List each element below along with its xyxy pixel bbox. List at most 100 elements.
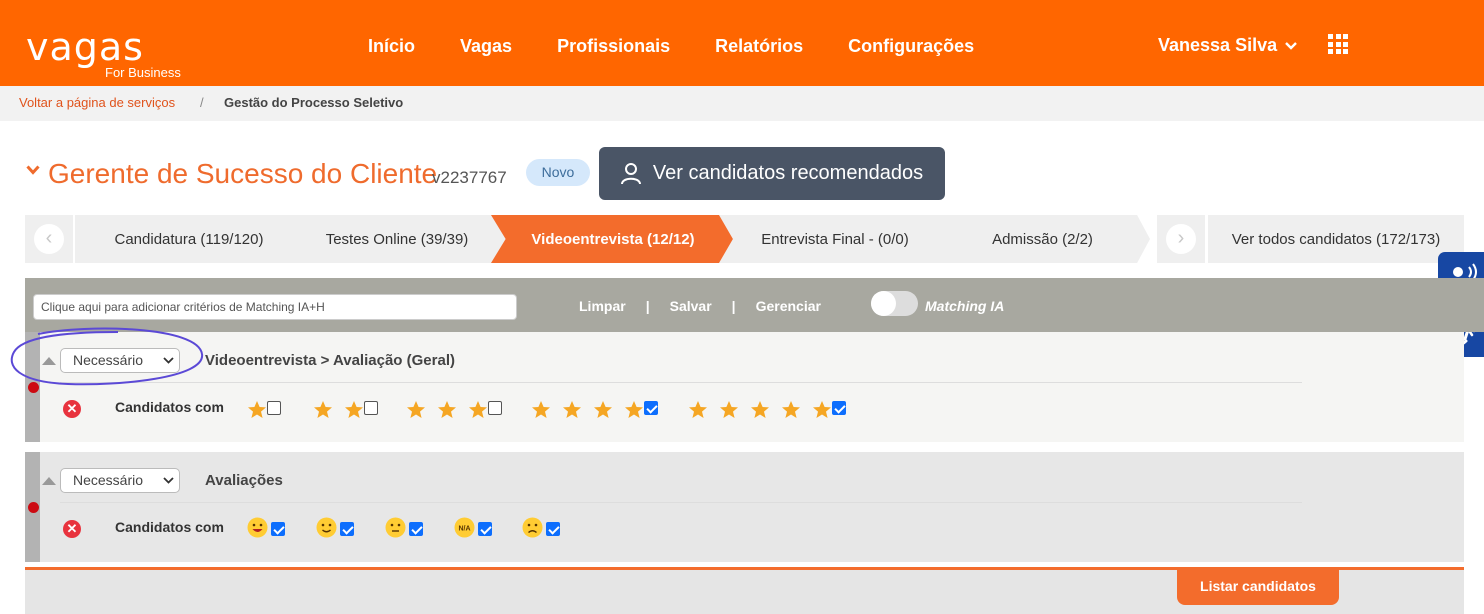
job-code: v2237767 [432, 168, 507, 187]
filter-side-border [25, 452, 40, 562]
steps-prev-button[interactable]: ‹ [25, 215, 73, 263]
tab-label: Videoentrevista (12/12) [531, 230, 695, 248]
divider: | [731, 298, 736, 314]
collapse-chevron-icon[interactable] [26, 165, 40, 175]
manage-link[interactable]: Gerenciar [756, 298, 821, 314]
star-icon [812, 400, 832, 420]
not-applicable-face-icon: N/A [454, 517, 475, 538]
required-indicator [28, 502, 39, 513]
nav-inicio[interactable]: Início [368, 36, 415, 57]
star-icon [781, 400, 801, 420]
divider [60, 502, 1302, 503]
list-candidates-button[interactable]: Listar candidatos [1177, 570, 1339, 605]
star-icon [624, 400, 644, 420]
sad-face-icon [522, 517, 543, 538]
requirement-select[interactable]: Necessário [60, 468, 180, 493]
breadcrumb-current: Gestão do Processo Seletivo [224, 95, 404, 110]
star-icon [750, 400, 770, 420]
face-rating-checkbox[interactable] [271, 522, 285, 536]
filter-block-videoentrevista: Necessário Videoentrevista > Avaliação (… [25, 332, 1464, 442]
breadcrumb-back-link[interactable]: Voltar a página de serviços [19, 95, 175, 110]
nav-profissionais[interactable]: Profissionais [557, 36, 670, 57]
tab-testes-online[interactable]: Testes Online (39/39) [287, 215, 507, 263]
happy-face-icon [316, 517, 337, 538]
candidates-with-label: Candidatos com [115, 399, 224, 415]
breadcrumb: Voltar a página de serviços / Gestão do … [0, 86, 1484, 121]
divider [60, 382, 1302, 383]
star-icon [531, 400, 551, 420]
tab-videoentrevista[interactable]: Videoentrevista (12/12) [491, 215, 735, 263]
tab-label: Entrevista Final - (0/0) [761, 230, 909, 248]
filter-title: Avaliações [205, 472, 283, 489]
chevron-right-icon: › [1166, 224, 1196, 254]
star-icon [593, 400, 613, 420]
divider: | [645, 298, 650, 314]
matching-ia-toggle[interactable] [871, 291, 918, 316]
filter-title: Videoentrevista > Avaliação (Geral) [205, 352, 455, 369]
toolbar-links: Limpar | Salvar | Gerenciar [569, 298, 831, 314]
user-menu[interactable]: Vanessa Silva [1158, 35, 1297, 56]
clear-link[interactable]: Limpar [579, 298, 626, 314]
annotation-circle [10, 327, 204, 386]
chevron-left-icon: ‹ [34, 224, 64, 254]
remove-filter-icon[interactable]: ✕ [63, 400, 81, 418]
star-icon [406, 400, 426, 420]
star-icon [344, 400, 364, 420]
recommended-candidates-button[interactable]: Ver candidatos recomendados [599, 147, 945, 200]
tab-ver-todos[interactable]: Ver todos candidatos (172/173) [1208, 215, 1464, 263]
tab-admissao[interactable]: Admissão (2/2) [935, 215, 1150, 263]
rating-checkbox-5-stars[interactable] [832, 401, 846, 415]
main-nav: Início Vagas Profissionais Relatórios Co… [368, 36, 1019, 57]
breadcrumb-separator: / [200, 95, 204, 110]
tab-entrevista-final[interactable]: Entrevista Final - (0/0) [719, 215, 951, 263]
star-icon [247, 400, 267, 420]
top-navigation-bar: vagas For Business Início Vagas Profissi… [0, 0, 1484, 86]
criteria-input[interactable]: Clique aqui para adicionar critérios de … [33, 294, 517, 320]
filter-block-avaliacoes: Necessário Avaliações ✕ Candidatos com N… [25, 452, 1464, 562]
chevron-down-icon [1285, 41, 1297, 50]
recommended-button-label: Ver candidatos recomendados [652, 162, 924, 184]
tab-label: Ver todos candidatos (172/173) [1231, 230, 1441, 248]
face-rating-checkbox[interactable] [546, 522, 560, 536]
select-value: Necessário [73, 472, 144, 488]
star-icon [313, 400, 333, 420]
apps-grid-icon[interactable] [1328, 34, 1348, 54]
vagas-logo[interactable]: vagas For Business [26, 28, 181, 80]
logo-subtitle: For Business [105, 65, 181, 80]
rating-checkbox-2-stars[interactable] [364, 401, 378, 415]
candidates-with-label: Candidatos com [115, 519, 224, 535]
rating-checkbox-4-stars[interactable] [644, 401, 658, 415]
star-icon [719, 400, 739, 420]
toggle-knob [871, 291, 896, 316]
collapse-triangle-icon[interactable] [42, 477, 56, 485]
person-icon [620, 162, 641, 184]
nav-configuracoes[interactable]: Configurações [848, 36, 974, 57]
nav-relatorios[interactable]: Relatórios [715, 36, 803, 57]
matching-toolbar: Clique aqui para adicionar critérios de … [25, 278, 1484, 332]
tab-candidatura[interactable]: Candidatura (119/120) [75, 215, 303, 263]
star-icon [468, 400, 488, 420]
page-title: Gerente de Sucesso do Cliente [48, 158, 438, 189]
rating-checkbox-1-stars[interactable] [267, 401, 281, 415]
tab-label: Candidatura (119/120) [114, 230, 264, 248]
process-steps: ‹ Candidatura (119/120) Testes Online (3… [25, 215, 1464, 263]
face-rating-checkbox[interactable] [409, 522, 423, 536]
face-rating-checkbox[interactable] [478, 522, 492, 536]
neutral-face-icon [385, 517, 406, 538]
face-rating-checkbox[interactable] [340, 522, 354, 536]
steps-next-button[interactable]: › [1157, 215, 1205, 263]
user-name: Vanessa Silva [1158, 35, 1278, 55]
rating-checkbox-3-stars[interactable] [488, 401, 502, 415]
star-icon [688, 400, 708, 420]
very-happy-face-icon [247, 517, 268, 538]
nav-vagas[interactable]: Vagas [460, 36, 512, 57]
matching-ia-label: Matching IA [925, 298, 1005, 314]
svg-text:N/A: N/A [458, 526, 470, 533]
status-badge: Novo [526, 159, 590, 186]
save-link[interactable]: Salvar [670, 298, 712, 314]
remove-filter-icon[interactable]: ✕ [63, 520, 81, 538]
star-icon [437, 400, 457, 420]
tab-label: Admissão (2/2) [992, 230, 1093, 248]
tab-label: Testes Online (39/39) [325, 230, 469, 248]
star-icon [562, 400, 582, 420]
